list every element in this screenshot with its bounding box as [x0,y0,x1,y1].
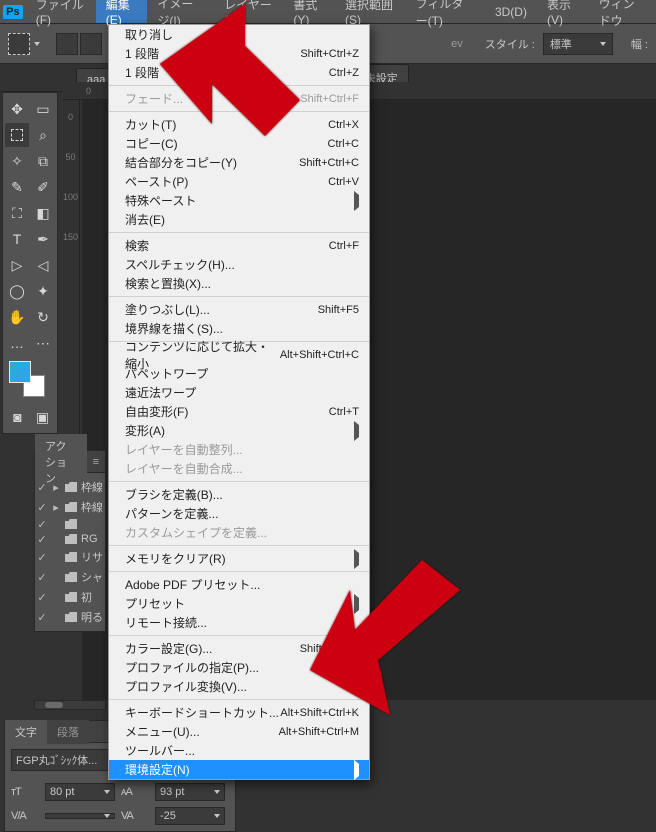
menu-item: カスタムシェイプを定義... [109,523,369,542]
leading-field[interactable]: 93 pt [155,783,225,801]
path-select-tool[interactable]: ▷ [5,253,29,277]
pen-tool[interactable]: ✒ [31,227,55,251]
style-label: スタイル : [485,36,535,52]
marquee-tool[interactable] [5,123,29,147]
marquee-tool-icon[interactable] [8,33,30,55]
artboard-tool[interactable]: ▭ [31,97,55,121]
eraser-tool[interactable]: ◧ [31,201,55,225]
style-select[interactable]: 標準 [543,33,613,55]
app-logo: Ps [0,0,26,23]
menu-9[interactable]: ウィンドウ [589,0,656,23]
action-row[interactable]: ✓▸枠線 [37,497,103,517]
mode-new-selection-button[interactable] [56,33,78,55]
leading-icon: ᴀA [121,786,149,798]
menu-6[interactable]: フィルター(T) [406,0,485,23]
action-row[interactable]: ✓ [37,517,103,531]
menu-5[interactable]: 選択範囲(S) [335,0,406,23]
actions-panel: アクション ≡ ✓▸枠線✓▸枠線✓✓RG✓リサ✓シャ✓初✓明る [34,450,106,632]
ellipse-tool[interactable]: ◯ [5,279,29,303]
eyedropper-tool[interactable]: ✎ [5,175,29,199]
type-tool[interactable]: T [5,227,29,251]
menu-item[interactable]: ブラシを定義(B)... [109,485,369,504]
menu-item[interactable]: メニュー(U)...Alt+Shift+Ctrl+M [109,722,369,741]
menu-item[interactable]: パターンを定義... [109,504,369,523]
menu-item[interactable]: 遠近法ワープ [109,383,369,402]
menu-item[interactable]: スペルチェック(H)... [109,255,369,274]
menu-item[interactable]: 検索と置換(X)... [109,274,369,293]
character-tab[interactable]: 文字 [5,720,47,744]
width-label: 幅 : [631,36,648,52]
menu-0[interactable]: ファイル(F) [26,0,96,23]
menu-item[interactable]: 検索Ctrl+F [109,236,369,255]
clone-stamp-tool[interactable]: ⛶ [5,201,29,225]
rotate-view-tool[interactable]: ↻ [31,305,55,329]
menu-item[interactable]: 環境設定(N) [109,760,369,779]
menu-item[interactable]: コンテンツに応じて拡大・縮小Alt+Shift+Ctrl+C [109,345,369,364]
menu-item: レイヤーを自動整列... [109,440,369,459]
menu-1[interactable]: 編集(E) [96,0,148,23]
menu-item[interactable]: 特殊ペースト [109,191,369,210]
direct-select-tool[interactable]: ◁ [31,253,55,277]
screenmode-toggle[interactable]: ▣ [31,405,55,429]
tracking-icon: VA [121,810,149,822]
tracking-field[interactable]: -25 [155,807,225,825]
font-size-icon: ᴛT [11,786,39,798]
action-row[interactable]: ✓初 [37,587,103,607]
lasso-tool[interactable]: ⌕ [31,123,55,147]
zoom-tool[interactable]: … [5,331,29,355]
actions-scrollbar[interactable] [34,700,106,710]
ev-label: ev [451,38,463,50]
magic-wand-tool[interactable]: ✧ [5,149,29,173]
action-row[interactable]: ✓明る [37,607,103,627]
annotation-arrow-top-simple [150,4,320,184]
menu-item[interactable]: 消去(E) [109,210,369,229]
brush-tool[interactable]: ✐ [31,175,55,199]
menu-item[interactable]: 境界線を描く(S)... [109,319,369,338]
mode-add-selection-button[interactable] [80,33,102,55]
color-swatches[interactable] [5,359,53,399]
toolbox: ✥ ▭ ⌕ ✧ ⧉ ✎ ✐ ⛶ ◧ T ✒ ▷ ◁ ◯ ✦ ✋ ↻ … ⋯ ◙ … [2,92,58,434]
quickmask-toggle[interactable]: ◙ [6,405,30,429]
kerning-icon: V/A [11,810,39,822]
tool-preset-dropdown[interactable] [32,39,42,49]
menu-7[interactable]: 3D(D) [485,0,537,23]
kerning-field[interactable] [45,813,115,819]
foreground-swatch[interactable] [9,361,31,383]
menu-item: レイヤーを自動合成... [109,459,369,478]
action-row[interactable]: ✓シャ [37,567,103,587]
menu-item[interactable]: 塗りつぶし(L)...Shift+F5 [109,300,369,319]
edit-toolbar[interactable]: ⋯ [31,331,55,355]
custom-shape-tool[interactable]: ✦ [31,279,55,303]
action-row[interactable]: ✓RG [37,531,103,547]
action-row[interactable]: ✓リサ [37,547,103,567]
paragraph-tab[interactable]: 段落 [47,720,89,744]
menu-8[interactable]: 表示(V) [537,0,589,23]
font-size-field[interactable]: 80 pt [45,783,115,801]
crop-tool[interactable]: ⧉ [31,149,55,173]
annotation-arrow-bottom [310,560,470,720]
hand-tool[interactable]: ✋ [5,305,29,329]
menu-item[interactable]: ツールバー... [109,741,369,760]
move-tool[interactable]: ✥ [5,97,29,121]
menu-item[interactable]: 変形(A) [109,421,369,440]
menu-item[interactable]: 自由変形(F)Ctrl+T [109,402,369,421]
menubar: Ps ファイル(F)編集(E)イメージ(I)レイヤー(L)書式(Y)選択範囲(S… [0,0,656,24]
panel-menu-icon[interactable]: ≡ [87,456,105,468]
